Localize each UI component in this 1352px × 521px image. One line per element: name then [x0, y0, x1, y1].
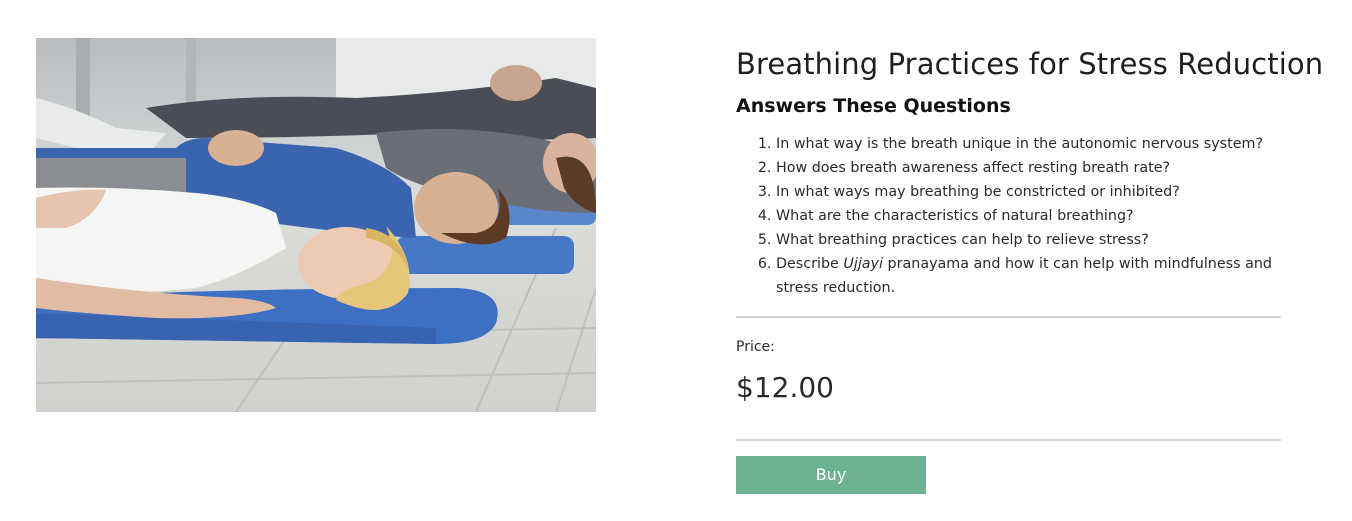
- product-photo: [36, 38, 596, 412]
- ujjayi-term: Ujjayi: [843, 256, 883, 272]
- buy-button[interactable]: Buy: [736, 456, 926, 494]
- price-label: Price:: [736, 339, 775, 355]
- list-item: How does breath awareness affect resting…: [776, 156, 1282, 180]
- price-value: $12.00: [736, 371, 834, 404]
- questions-heading: Answers These Questions: [736, 95, 1011, 117]
- questions-list: In what way is the breath unique in the …: [736, 132, 1282, 300]
- product-title: Breathing Practices for Stress Reduction: [736, 47, 1324, 81]
- question-text: Describe: [776, 256, 844, 272]
- list-item: What breathing practices can help to rel…: [776, 228, 1282, 252]
- list-item: In what way is the breath unique in the …: [776, 132, 1282, 156]
- list-item: Describe Ujjayi pranayama and how it can…: [776, 252, 1282, 300]
- list-item: In what ways may breathing be constricte…: [776, 180, 1282, 204]
- product-details: Breathing Practices for Stress Reduction…: [736, 44, 1324, 494]
- divider: [736, 439, 1281, 441]
- list-item: What are the characteristics of natural …: [776, 204, 1282, 228]
- yoga-class-illustration: [36, 38, 596, 412]
- divider: [736, 316, 1281, 318]
